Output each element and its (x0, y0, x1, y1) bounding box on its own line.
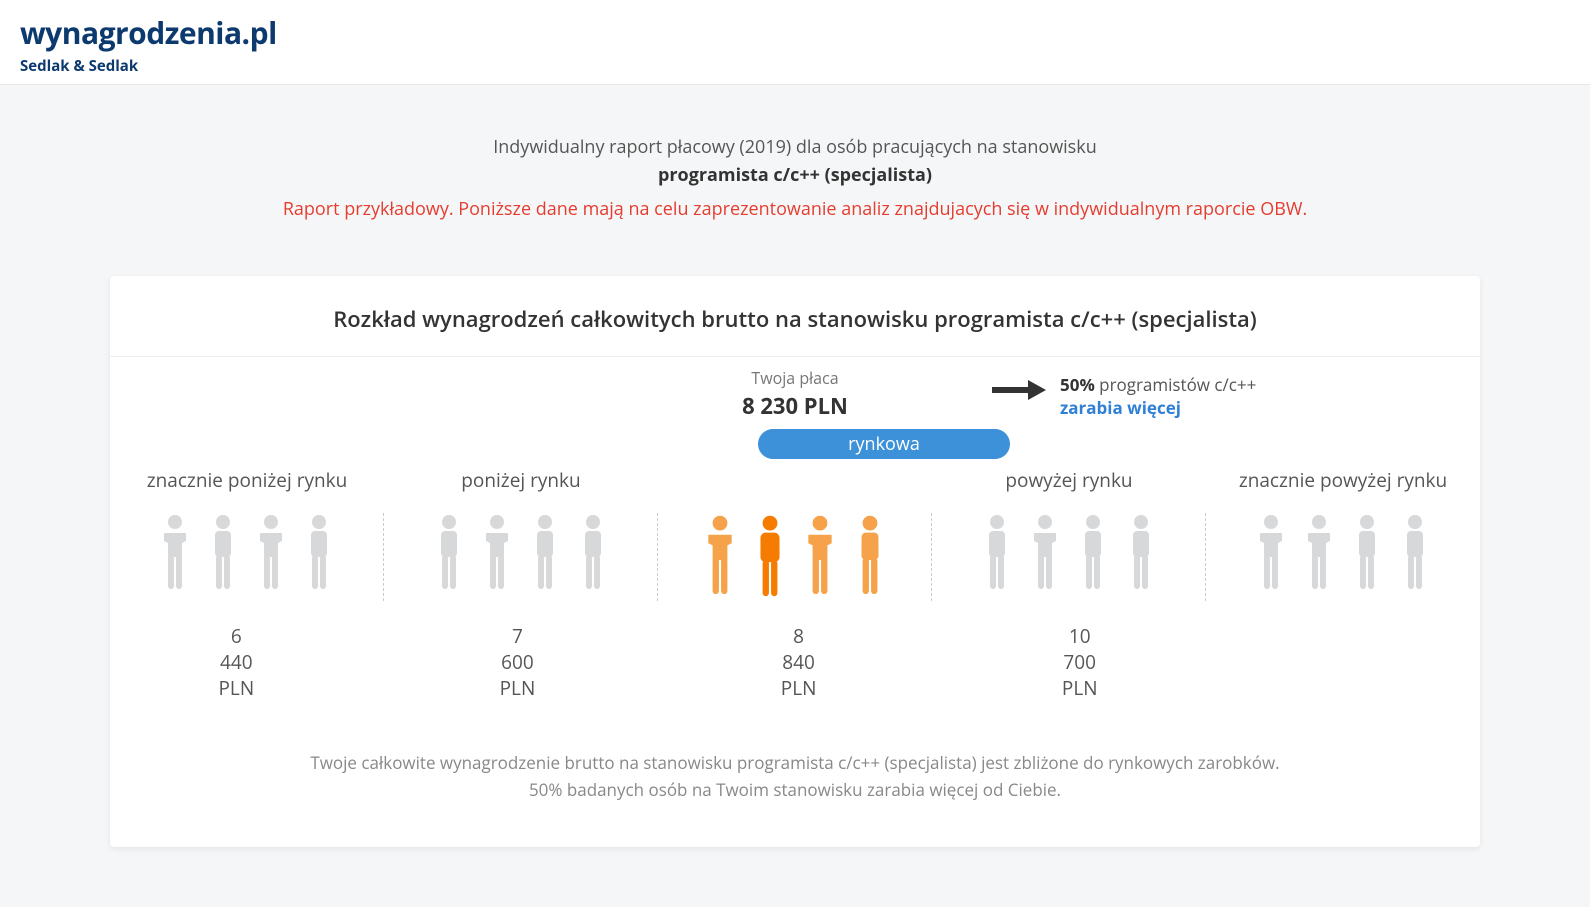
top-row: Twoja płaca 8 230 PLN 50% programistów c… (110, 367, 1480, 467)
threshold-1: 6 440 PLN (218, 623, 254, 701)
threshold-4: 10 700 PLN (1062, 623, 1098, 701)
person-icon (1398, 513, 1432, 601)
your-salary: Twoja płaca 8 230 PLN (110, 367, 1480, 421)
person-icon (1028, 513, 1062, 601)
compare-text: 50% programistów c/c++ zarabia więcej (1060, 373, 1256, 419)
logo-main[interactable]: wynagrodzenia.pl (20, 12, 1570, 53)
person-icon (480, 513, 514, 601)
bucket-label-4: powyżej rynku (932, 467, 1206, 493)
person-icon (852, 513, 888, 601)
person-icon (1124, 513, 1158, 601)
people-bucket-5 (1206, 513, 1480, 601)
person-icon (302, 513, 336, 601)
intro-disclaimer: Raport przykładowy. Poniższe dane mają n… (0, 197, 1590, 221)
bucket-label-2: poniżej rynku (384, 467, 658, 493)
people-bucket-1 (110, 513, 384, 601)
logo-sub: Sedlak & Sedlak (20, 56, 1570, 76)
site-header: wynagrodzenia.pl Sedlak & Sedlak (0, 0, 1590, 85)
person-icon (528, 513, 562, 601)
compare-who: programistów c/c++ (1095, 373, 1257, 396)
people-bucket-4 (932, 513, 1206, 601)
person-icon (1302, 513, 1336, 601)
summary-line1: Twoje całkowite wynagrodzenie brutto na … (110, 749, 1480, 776)
threshold-3: 8 840 PLN (781, 623, 817, 701)
person-icon (702, 513, 738, 601)
bucket-label-5: znacznie powyżej rynku (1206, 467, 1480, 493)
intro-block: Indywidualny raport płacowy (2019) dla o… (0, 135, 1590, 221)
summary-text: Twoje całkowite wynagrodzenie brutto na … (110, 749, 1480, 803)
distribution-card: Rozkład wynagrodzeń całkowitych brutto n… (110, 276, 1480, 847)
people-row (110, 513, 1480, 601)
person-icon (802, 513, 838, 601)
arrow-right-icon (990, 379, 1046, 406)
card-title: Rozkład wynagrodzeń całkowitych brutto n… (110, 304, 1480, 357)
person-icon (206, 513, 240, 601)
person-icon (158, 513, 192, 601)
compare-more: zarabia więcej (1060, 396, 1181, 419)
threshold-2: 7 600 PLN (500, 623, 536, 701)
person-icon (980, 513, 1014, 601)
your-salary-value: 8 230 PLN (110, 391, 1480, 421)
bucket-labels: znacznie poniżej rynku poniżej rynku ryn… (110, 467, 1480, 493)
bucket-label-1: znacznie poniżej rynku (110, 467, 384, 493)
person-icon (1350, 513, 1384, 601)
intro-job: programista c/c++ (specjalista) (0, 163, 1590, 187)
people-bucket-2 (384, 513, 658, 601)
person-icon (432, 513, 466, 601)
market-pill: rynkowa (758, 429, 1010, 459)
your-salary-label: Twoja płaca (110, 367, 1480, 389)
person-icon (254, 513, 288, 601)
intro-line1: Indywidualny raport płacowy (2019) dla o… (0, 135, 1590, 159)
page-body: Indywidualny raport płacowy (2019) dla o… (0, 85, 1590, 907)
person-icon (576, 513, 610, 601)
summary-line2: 50% badanych osób na Twoim stanowisku za… (110, 776, 1480, 803)
compare-pct: 50% (1060, 373, 1095, 396)
person-icon (1076, 513, 1110, 601)
thresholds-row: 6 440 PLN 7 600 PLN 8 840 PLN 10 700 PLN (110, 623, 1480, 701)
people-bucket-3 (658, 513, 932, 601)
person-icon-highlight (752, 513, 788, 601)
person-icon (1254, 513, 1288, 601)
